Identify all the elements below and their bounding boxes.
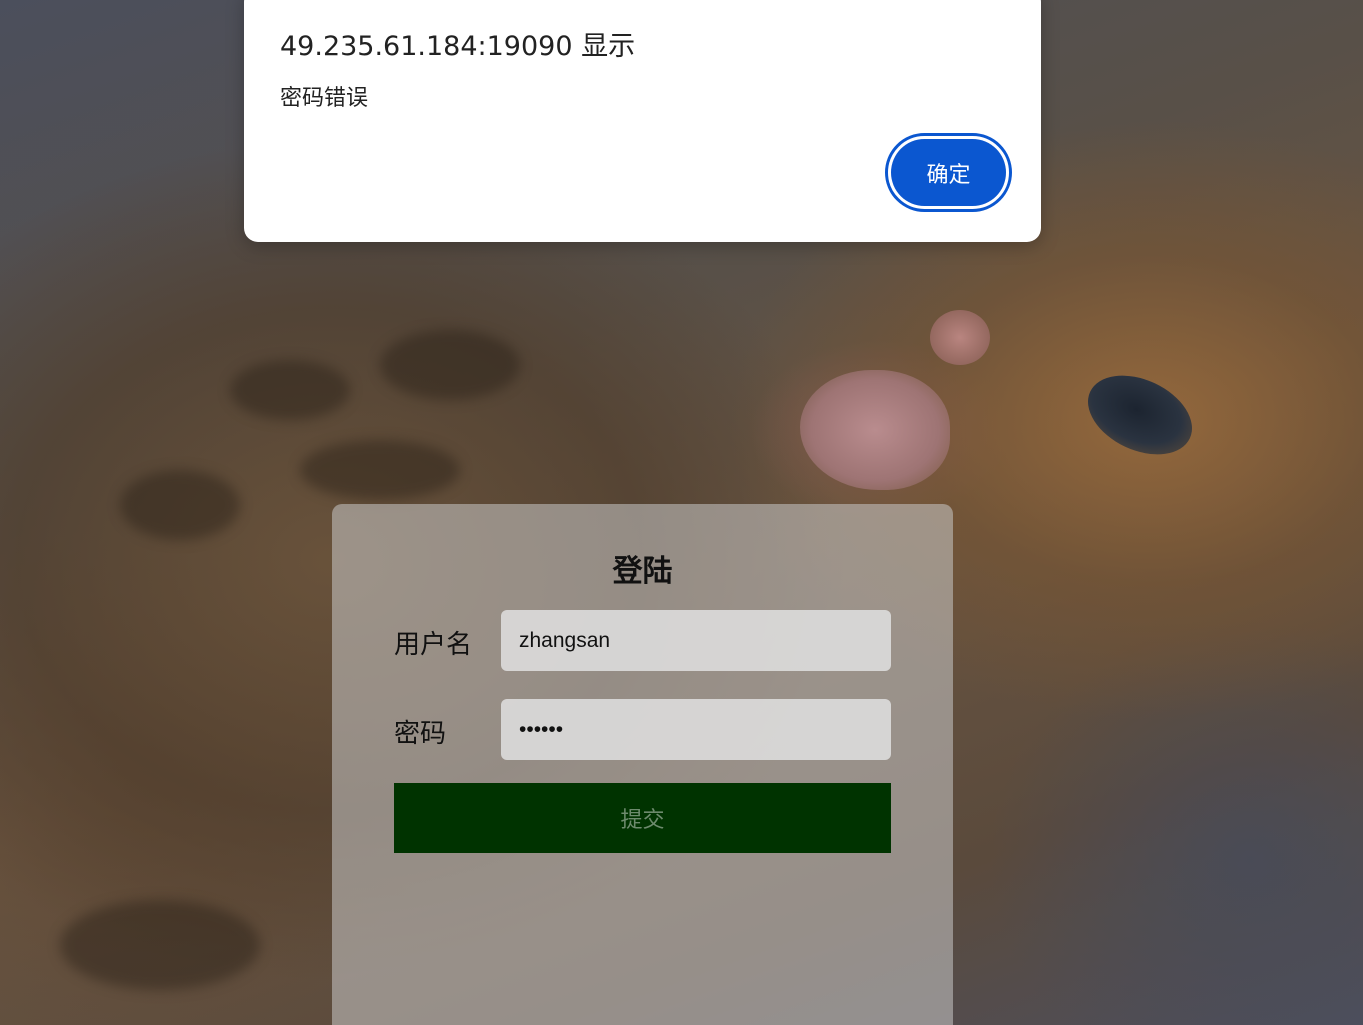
- background-tongue: [800, 370, 950, 490]
- background-stripe: [380, 330, 520, 400]
- alert-dialog: 49.235.61.184:19090 显示 密码错误 确定: [244, 0, 1041, 242]
- background-nose: [930, 310, 990, 365]
- password-label: 密码: [394, 719, 447, 749]
- login-card: 登陆 用户名 密码 提交: [332, 504, 953, 1025]
- username-input[interactable]: [501, 610, 891, 671]
- password-input[interactable]: [501, 699, 891, 760]
- alert-message: 密码错误: [280, 86, 369, 111]
- ok-button[interactable]: 确定: [891, 139, 1006, 206]
- background-stripe: [230, 360, 350, 420]
- username-label: 用户名: [394, 630, 473, 660]
- background-stripe: [60, 900, 260, 990]
- background-eye: [1075, 360, 1205, 470]
- page: 登陆 用户名 密码 提交 49.235.61.184:19090 显示 密码错误…: [0, 0, 1363, 1025]
- background-stripe: [120, 470, 240, 540]
- background-stripe: [300, 440, 460, 500]
- login-title: 登陆: [612, 554, 673, 589]
- submit-button[interactable]: 提交: [394, 783, 891, 853]
- alert-origin-title: 49.235.61.184:19090 显示: [280, 31, 636, 62]
